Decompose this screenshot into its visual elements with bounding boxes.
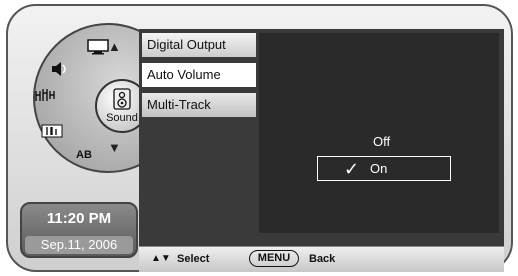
input-icon[interactable] [37, 119, 67, 143]
select-hint: Select [177, 253, 210, 265]
footer-hint-bar: ▲▼ Select MENU Back [139, 246, 504, 272]
option-off[interactable]: Off [373, 134, 390, 149]
clock-panel: 11:20 PM Sep.11, 2006 [20, 202, 138, 258]
menu-screen: Digital Output Auto Volume Multi-Track O… [139, 29, 504, 272]
scroll-up-arrow[interactable]: ▲ [108, 40, 121, 53]
checkmark-icon: ✓ [344, 159, 360, 179]
menu-wheel: AB Sound [25, 21, 141, 177]
scroll-down-arrow[interactable]: ▼ [108, 141, 121, 154]
menu-item-digital-output[interactable]: Digital Output [142, 33, 256, 57]
menu-item-multi-track[interactable]: Multi-Track [142, 93, 256, 117]
menu-key-badge: MENU [249, 250, 299, 267]
back-hint: Back [309, 253, 336, 265]
sound-center-button[interactable]: Sound [95, 79, 141, 133]
options-panel [259, 33, 499, 233]
clock-time: 11:20 PM [46, 210, 112, 227]
updown-arrows-icon: ▲▼ [151, 253, 171, 264]
option-on-label: On [370, 161, 388, 176]
antenna-icon[interactable] [30, 83, 60, 107]
option-on-selected[interactable]: ✓ On [317, 156, 451, 181]
menu-list: Digital Output Auto Volume Multi-Track [142, 33, 260, 123]
ab-label: AB [76, 149, 92, 161]
sound-label: Sound [106, 112, 138, 124]
menu-item-auto-volume[interactable]: Auto Volume [142, 63, 256, 87]
speaker-icon[interactable] [45, 57, 75, 81]
clock-date: Sep.11, 2006 [25, 236, 133, 254]
sound-speaker-icon [113, 88, 131, 110]
ab-segment[interactable]: AB [69, 143, 99, 167]
